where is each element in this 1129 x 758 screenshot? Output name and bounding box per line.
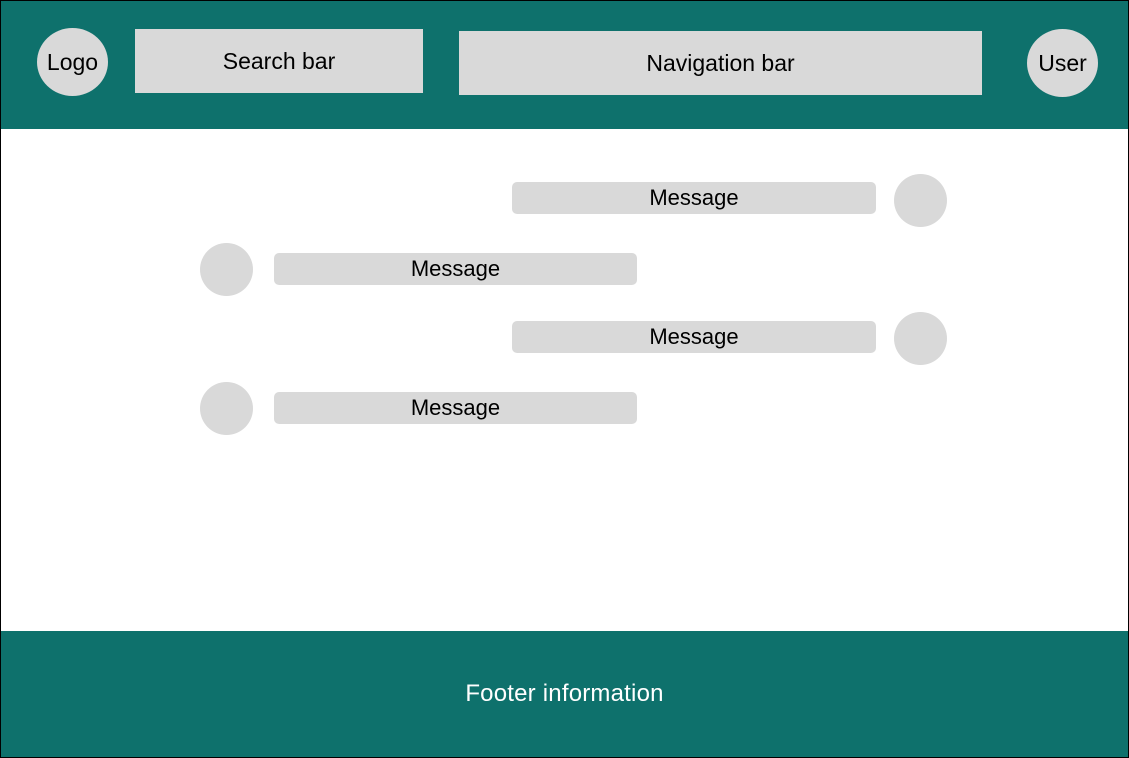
sender-avatar bbox=[894, 312, 947, 365]
footer-text: Footer information bbox=[465, 680, 664, 707]
message-label: Message bbox=[649, 185, 739, 210]
wireframe-page: Logo Search bar Navigation bar User Mess… bbox=[0, 0, 1129, 758]
user-avatar[interactable]: User bbox=[1027, 29, 1098, 97]
sender-avatar bbox=[894, 174, 947, 227]
message-label: Message bbox=[649, 324, 739, 349]
message-label: Message bbox=[410, 395, 501, 420]
navigation-bar-label: Navigation bar bbox=[646, 49, 795, 76]
search-bar-label: Search bar bbox=[222, 47, 336, 74]
message-bubble-outgoing: Message bbox=[512, 321, 876, 353]
recipient-avatar bbox=[200, 243, 253, 296]
message-bubble-incoming: Message bbox=[274, 253, 637, 285]
message-label: Message bbox=[410, 256, 501, 281]
logo-label: Logo bbox=[46, 48, 99, 75]
search-bar[interactable]: Search bar bbox=[135, 29, 423, 93]
recipient-avatar bbox=[200, 382, 253, 435]
user-label: User bbox=[1038, 49, 1087, 76]
message-bubble-incoming: Message bbox=[274, 392, 637, 424]
footer: Footer information bbox=[1, 631, 1128, 757]
message-bubble-outgoing: Message bbox=[512, 182, 876, 214]
logo[interactable]: Logo bbox=[37, 28, 108, 96]
navigation-bar[interactable]: Navigation bar bbox=[459, 31, 982, 95]
header: Logo Search bar Navigation bar User bbox=[1, 1, 1128, 129]
